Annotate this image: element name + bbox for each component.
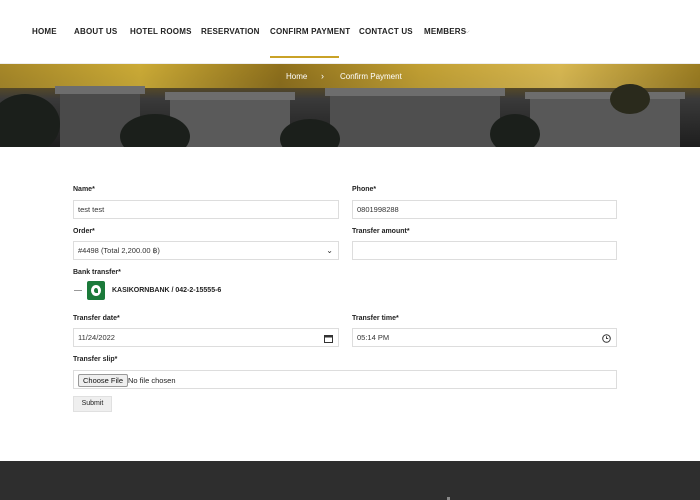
transfer-date-input[interactable]: 11/24/2022 xyxy=(73,328,339,347)
active-nav-indicator xyxy=(270,56,339,58)
calendar-icon[interactable] xyxy=(324,334,333,343)
bank-radio-dash[interactable] xyxy=(74,290,82,291)
file-status-text: No file chosen xyxy=(128,376,176,385)
hero-building xyxy=(530,98,680,147)
order-select[interactable]: #4498 (Total 2,200.00 ฿) ⌄ xyxy=(73,241,339,260)
nav-confirm-payment[interactable]: CONFIRM PAYMENT xyxy=(270,27,350,36)
order-label: Order* xyxy=(73,228,95,235)
hero-roof xyxy=(165,92,295,100)
nav-hotel-rooms[interactable]: HOTEL ROOMS xyxy=(130,27,192,36)
nav-about-us[interactable]: ABOUT US xyxy=(74,27,117,36)
choose-file-button[interactable]: Choose File xyxy=(78,374,129,387)
transfer-slip-label: Transfer slip* xyxy=(73,356,118,363)
nav-members[interactable]: MEMBERS xyxy=(424,27,466,36)
transfer-amount-input[interactable] xyxy=(352,241,617,260)
phone-label: Phone* xyxy=(352,186,377,193)
transfer-time-value: 05:14 PM xyxy=(357,333,390,342)
nav-reservation[interactable]: RESERVATION xyxy=(201,27,260,36)
transfer-time-input[interactable]: 05:14 PM xyxy=(352,328,617,347)
breadcrumb-current: Confirm Payment xyxy=(340,72,402,81)
chevron-down-icon[interactable]: ⌵ xyxy=(465,29,470,36)
hero-tree xyxy=(0,94,60,147)
transfer-date-value: 11/24/2022 xyxy=(78,333,115,342)
bank-transfer-label: Bank transfer* xyxy=(73,269,121,276)
transfer-slip-file-input[interactable]: Choose File No file chosen xyxy=(73,370,617,389)
hero-tree xyxy=(490,114,540,147)
logo-leaf xyxy=(94,288,98,293)
breadcrumb-separator-icon: › xyxy=(321,71,324,81)
name-input-value: test test xyxy=(78,205,105,214)
transfer-time-label: Transfer time* xyxy=(352,315,399,322)
bank-account-text: KASIKORNBANK / 042-2-15555-6 xyxy=(112,287,222,294)
hero-roof xyxy=(525,92,685,99)
nav-contact-us[interactable]: CONTACT US xyxy=(359,27,413,36)
name-input[interactable]: test test xyxy=(73,200,339,219)
submit-button[interactable]: Submit xyxy=(73,396,112,412)
clock-icon[interactable] xyxy=(602,334,611,343)
kasikornbank-logo-icon xyxy=(87,281,105,300)
hero-roof xyxy=(325,88,505,96)
breadcrumb-home[interactable]: Home xyxy=(286,72,307,81)
phone-input[interactable]: 0801998288 xyxy=(352,200,617,219)
hero-banner: Home › Confirm Payment xyxy=(0,64,700,147)
phone-input-value: 0801998288 xyxy=(357,205,399,214)
name-label: Name* xyxy=(73,186,95,193)
hero-building xyxy=(330,94,500,147)
main-navigation: HOME ABOUT US HOTEL ROOMS RESERVATION CO… xyxy=(0,0,700,64)
transfer-date-label: Transfer date* xyxy=(73,315,120,322)
hero-tree xyxy=(610,84,650,114)
transfer-amount-label: Transfer amount* xyxy=(352,228,410,235)
footer xyxy=(0,461,700,500)
nav-home[interactable]: HOME xyxy=(32,27,57,36)
order-select-value: #4498 (Total 2,200.00 ฿) xyxy=(78,246,160,255)
hero-roof xyxy=(55,86,145,94)
chevron-down-icon: ⌄ xyxy=(326,246,333,255)
